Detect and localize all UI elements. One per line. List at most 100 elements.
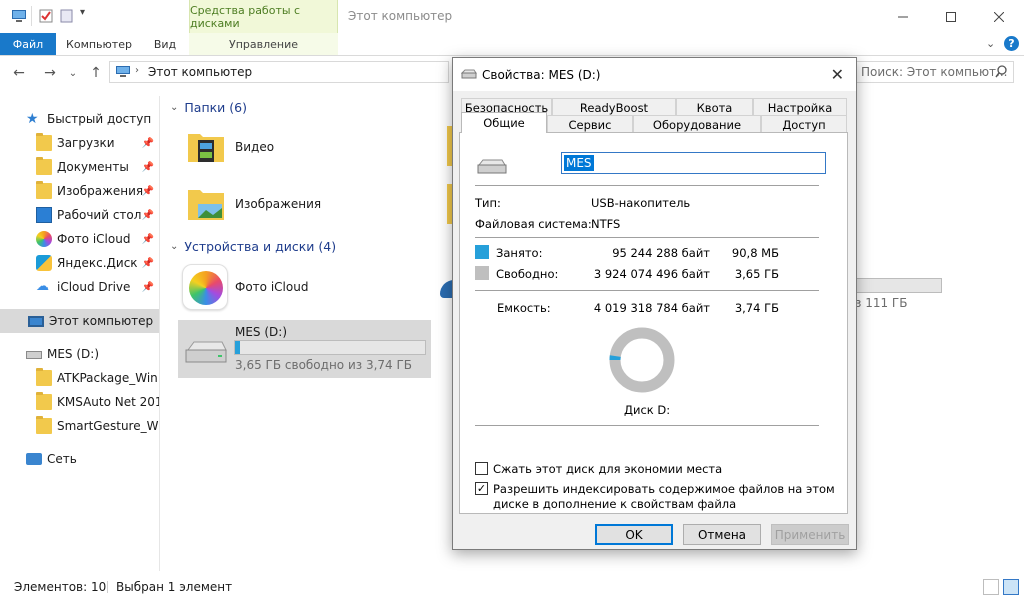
devices-group-header[interactable]: ⌄ Устройства и диски (4) [170,239,336,254]
search-box[interactable]: Поиск: Этот компьют... [856,61,1014,83]
dialog-close-icon[interactable]: ✕ [831,65,844,84]
drive-name-value: MES [564,155,594,171]
desktop-icon [36,207,52,223]
up-arrow-icon[interactable]: ↑ [86,63,106,83]
ok-button[interactable]: OK [595,524,673,545]
pin-icon: 📌 [141,185,154,197]
nav-label: Сеть [47,452,77,466]
apply-button[interactable]: Применить [771,524,849,545]
nav-label: Изображения [57,184,144,198]
type-value: USB-накопитель [591,196,691,210]
drive-d-usage-bar [234,340,426,355]
close-window-button[interactable] [976,0,1022,33]
nav-downloads[interactable]: Загрузки 📌 [36,131,159,155]
this-pc-icon [12,10,26,22]
separator [475,185,819,186]
nav-label: Яндекс.Диск [57,256,138,270]
nav-quick-access[interactable]: ★ Быстрый доступ [26,107,159,131]
nav-network[interactable]: Сеть [26,447,159,471]
maximize-button[interactable] [928,0,974,33]
folder-icon [36,157,52,175]
tab-customize[interactable]: Настройка [753,98,847,116]
folder-pictures-label[interactable]: Изображения [235,197,321,211]
this-pc-small-icon [116,66,130,77]
address-bar[interactable]: › Этот компьютер [109,61,449,83]
nav-this-pc[interactable]: Этот компьютер [0,309,159,333]
tab-tools[interactable]: Сервис [547,115,633,133]
nav-icloud-photos[interactable]: Фото iCloud 📌 [36,227,159,251]
capacity-size: 3,74 ГБ [734,301,779,315]
nav-label: Загрузки [57,136,115,150]
folder-icon [36,392,52,410]
nav-label: ATKPackage_Win10_ [57,371,159,385]
nav-drive-d[interactable]: MES (D:) [26,342,159,366]
cancel-button[interactable]: Отмена [683,524,761,545]
nav-folder-atkpackage[interactable]: ATKPackage_Win10_ [36,366,159,390]
video-folder-icon[interactable] [186,126,226,166]
compress-checkbox[interactable] [475,462,488,475]
nav-label: SmartGesture_Win1 [57,419,159,433]
minimize-button[interactable] [880,0,926,33]
nav-folder-kmsauto[interactable]: KMSAuto Net 2016 [36,390,160,414]
back-arrow-icon[interactable]: ← [9,63,29,83]
star-icon: ★ [26,111,39,127]
nav-icloud-drive[interactable]: ☁ iCloud Drive 📌 [36,275,159,299]
type-label: Тип: [475,196,501,210]
usb-drive-icon [461,69,477,79]
nav-yandex-disk[interactable]: Яндекс.Диск 📌 [36,251,159,275]
tab-file[interactable]: Файл [0,33,56,55]
nav-label: MES (D:) [47,347,100,361]
pictures-folder-icon[interactable] [186,184,226,224]
explorer-titlebar: ▾ Средства работы с дисками Этот компьют… [0,0,1024,33]
tab-general[interactable]: Общие [461,112,547,133]
status-bar: Элементов: 10 Выбран 1 элемент [0,575,1024,599]
icloud-photos-icon [36,231,52,247]
filesystem-label: Файловая система: [475,217,592,231]
properties-qat-icon[interactable] [38,8,54,24]
nav-documents[interactable]: Документы 📌 [36,155,159,179]
index-label-line2[interactable]: диске в дополнение к свойствам файла [493,497,736,511]
pin-icon: 📌 [141,281,154,293]
minimize-icon [898,16,908,17]
device-icloud-photos-label[interactable]: Фото iCloud [235,280,308,294]
index-label-line1[interactable]: Разрешить индексировать содержимое файло… [493,482,835,496]
dialog-titlebar: Свойства: MES (D:) ✕ [453,58,856,91]
tab-hardware[interactable]: Оборудование [633,115,761,133]
pin-icon: 📌 [141,161,154,173]
free-label: Свободно: [496,267,559,281]
nav-label: Этот компьютер [49,314,154,328]
tab-view[interactable]: Вид [146,33,184,55]
separator [475,237,819,238]
tab-readyboost[interactable]: ReadyBoost [552,98,676,116]
nav-folder-smartgesture[interactable]: SmartGesture_Win1 [36,414,159,438]
usb-drive-icon [26,351,42,359]
new-folder-qat-icon[interactable] [60,8,74,24]
folder-video-label[interactable]: Видео [235,140,274,154]
folders-group-header[interactable]: ⌄ Папки (6) [170,100,247,115]
nav-label: KMSAuto Net 2016 [57,395,160,409]
index-checkbox[interactable]: ✓ [475,482,488,495]
tab-computer[interactable]: Компьютер [62,33,136,55]
qat-dropdown-icon[interactable]: ▾ [80,7,85,18]
status-separator [107,581,108,593]
help-icon[interactable]: ? [1004,36,1019,51]
usb-drive-icon [477,159,507,174]
details-view-icon[interactable] [983,579,999,595]
pin-icon: 📌 [141,257,154,269]
icloud-photos-tile-icon[interactable] [182,264,228,310]
tab-sharing[interactable]: Доступ [761,115,847,133]
compress-label[interactable]: Сжать этот диск для экономии места [493,462,722,476]
separator [475,290,819,291]
large-icons-view-icon[interactable] [1003,579,1019,595]
tab-manage[interactable]: Управление [189,33,338,55]
nav-pictures[interactable]: Изображения 📌 [36,179,159,203]
ribbon-collapse-chevron-icon[interactable]: ⌄ [986,37,995,50]
drive-name-input[interactable]: MES [561,152,826,174]
device-drive-d-label[interactable]: MES (D:) [235,325,287,339]
forward-arrow-icon[interactable]: → [40,63,60,83]
disk-tools-context-header: Средства работы с дисками [189,0,338,33]
disk-letter-label: Диск D: [624,403,671,417]
recent-locations-chevron-icon[interactable]: ⌄ [63,63,83,83]
nav-desktop[interactable]: Рабочий стол 📌 [36,203,159,227]
tab-quota[interactable]: Квота [676,98,753,116]
